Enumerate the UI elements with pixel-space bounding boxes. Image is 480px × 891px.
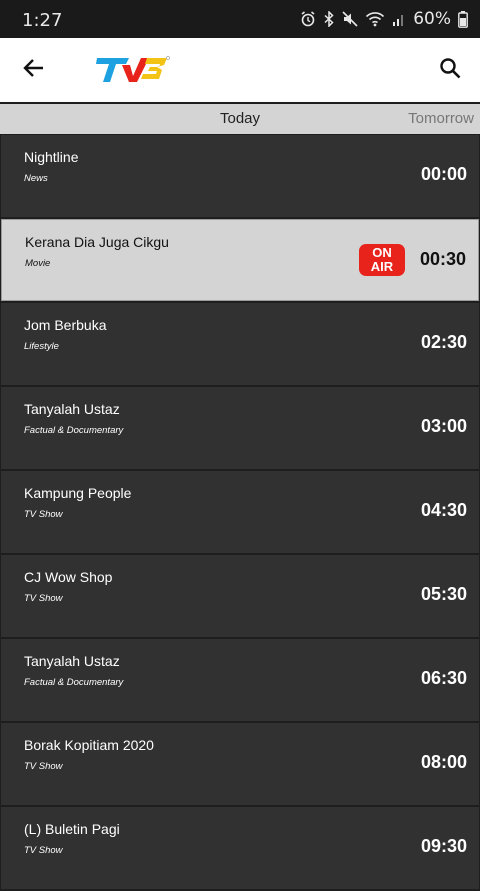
program-genre: Factual & Documentary bbox=[24, 425, 124, 436]
program-title: CJ Wow Shop bbox=[24, 569, 113, 585]
program-title: Jom Berbuka bbox=[24, 317, 107, 333]
alarm-icon bbox=[300, 11, 316, 27]
program-title: Kerana Dia Juga Cikgu bbox=[25, 234, 169, 250]
tv3-logo bbox=[95, 54, 171, 86]
day-tabs: Today Tomorrow bbox=[0, 104, 480, 134]
schedule-row-on-air[interactable]: Kerana Dia Juga Cikgu Movie ON AIR 00:30 bbox=[1, 219, 479, 301]
program-time: 08:00 bbox=[420, 752, 467, 772]
app-bar bbox=[0, 38, 480, 102]
battery-icon bbox=[458, 10, 468, 28]
search-icon bbox=[439, 57, 461, 83]
program-time: 00:30 bbox=[419, 249, 466, 269]
schedule-row[interactable]: Kampung People TV Show 04:30 bbox=[1, 471, 479, 553]
program-title: Nightline bbox=[24, 149, 79, 165]
program-time: 04:30 bbox=[420, 500, 467, 520]
program-time: 03:00 bbox=[420, 416, 467, 436]
wifi-icon bbox=[365, 11, 385, 27]
status-icons: 60% bbox=[300, 9, 468, 29]
search-button[interactable] bbox=[434, 54, 466, 86]
program-time: 00:00 bbox=[420, 164, 467, 184]
on-air-line2: AIR bbox=[370, 259, 394, 274]
program-genre: TV Show bbox=[24, 509, 63, 520]
program-genre: TV Show bbox=[24, 761, 63, 772]
program-title: Borak Kopitiam 2020 bbox=[24, 737, 154, 753]
program-time: 09:30 bbox=[420, 836, 467, 856]
program-time: 05:30 bbox=[420, 584, 467, 604]
schedule-row[interactable]: Borak Kopitiam 2020 TV Show 08:00 bbox=[1, 723, 479, 805]
status-time: 1:27 bbox=[22, 10, 63, 31]
on-air-badge: ON AIR bbox=[359, 244, 405, 276]
on-air-line1: ON bbox=[372, 245, 392, 260]
signal-icon bbox=[392, 11, 406, 27]
schedule-list: Nightline News 00:00 Kerana Dia Juga Cik… bbox=[0, 135, 480, 891]
schedule-row[interactable]: CJ Wow Shop TV Show 05:30 bbox=[1, 555, 479, 637]
program-title: Tanyalah Ustaz bbox=[24, 401, 120, 417]
schedule-row[interactable]: Tanyalah Ustaz Factual & Documentary 06:… bbox=[1, 639, 479, 721]
mute-icon bbox=[342, 11, 358, 27]
program-genre: Lifestyle bbox=[24, 341, 59, 352]
tab-tomorrow[interactable]: Tomorrow bbox=[408, 104, 474, 134]
program-genre: Factual & Documentary bbox=[24, 677, 124, 688]
program-title: (L) Buletin Pagi bbox=[24, 821, 120, 837]
schedule-row[interactable]: (L) Buletin Pagi TV Show 09:30 bbox=[1, 807, 479, 889]
bluetooth-icon bbox=[323, 11, 335, 27]
back-button[interactable] bbox=[18, 54, 50, 86]
program-time: 02:30 bbox=[420, 332, 467, 352]
schedule-row[interactable]: Nightline News 00:00 bbox=[1, 135, 479, 217]
status-bar: 1:27 60% bbox=[0, 0, 480, 38]
program-genre: Movie bbox=[25, 258, 51, 269]
schedule-row[interactable]: Tanyalah Ustaz Factual & Documentary 03:… bbox=[1, 387, 479, 469]
program-time: 06:30 bbox=[420, 668, 467, 688]
battery-percent: 60% bbox=[413, 9, 451, 29]
program-genre: TV Show bbox=[24, 845, 63, 856]
arrow-left-icon bbox=[23, 57, 45, 83]
schedule-row[interactable]: Jom Berbuka Lifestyle 02:30 bbox=[1, 303, 479, 385]
program-title: Tanyalah Ustaz bbox=[24, 653, 120, 669]
program-genre: News bbox=[24, 173, 48, 184]
program-genre: TV Show bbox=[24, 593, 63, 604]
program-title: Kampung People bbox=[24, 485, 132, 501]
